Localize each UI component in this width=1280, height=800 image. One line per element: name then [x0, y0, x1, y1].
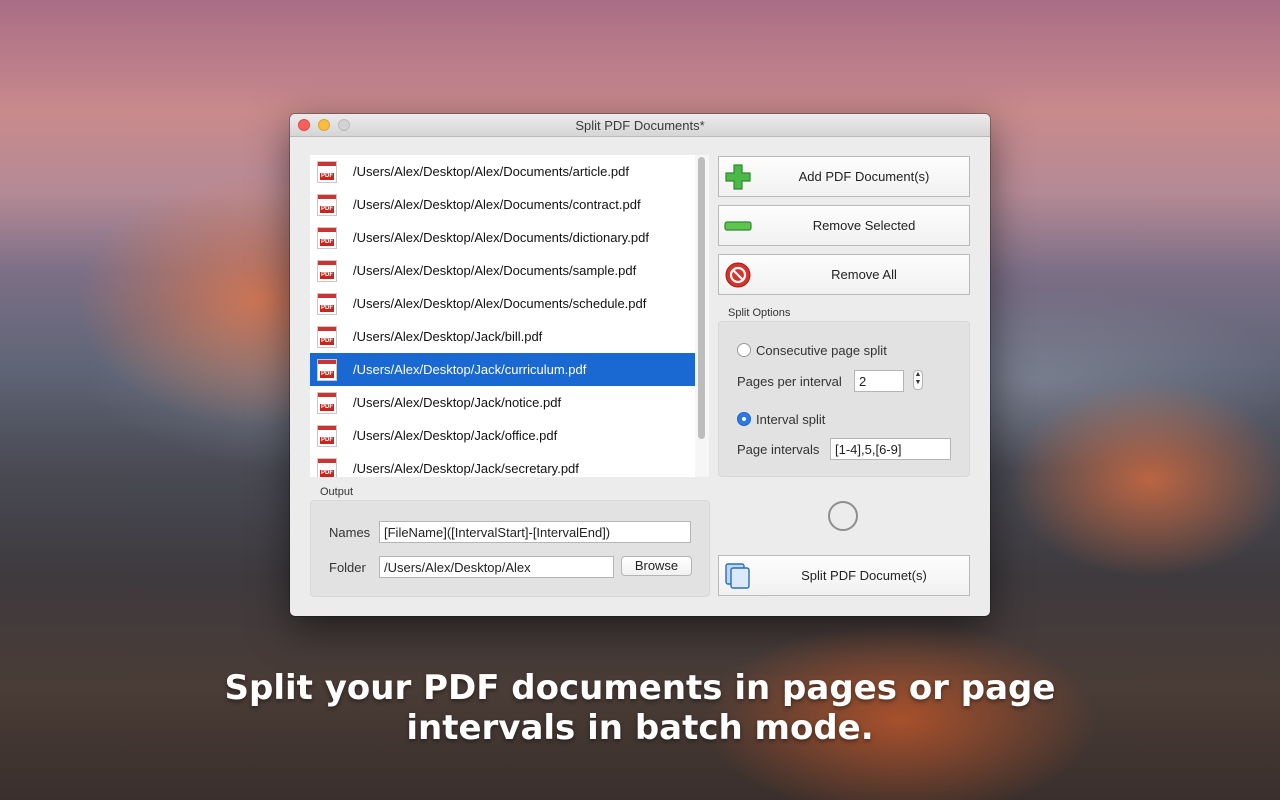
page-intervals-field[interactable] [830, 438, 951, 460]
browse-button[interactable]: Browse [621, 556, 692, 576]
file-path-label: /Users/Alex/Desktop/Jack/notice.pdf [353, 395, 562, 410]
remove-all-button[interactable]: Remove All [718, 254, 970, 295]
file-list-scrollbar[interactable] [695, 155, 709, 477]
consecutive-split-label: Consecutive page split [756, 343, 887, 358]
file-list-row[interactable]: PDF/Users/Alex/Desktop/Jack/secretary.pd… [310, 452, 695, 477]
folder-field[interactable] [379, 556, 614, 578]
file-list-row[interactable]: PDF/Users/Alex/Desktop/Jack/bill.pdf [310, 320, 695, 353]
pdf-badge-text: PDF [320, 436, 334, 444]
pdf-file-icon: PDF [317, 193, 337, 216]
caption-line-2: intervals in batch mode. [406, 708, 874, 748]
output-box [310, 500, 710, 597]
pages-per-interval-field[interactable] [854, 370, 904, 392]
output-heading: Output [320, 486, 354, 498]
promo-caption: Split your PDF documents in pages or pag… [0, 668, 1280, 748]
split-pdf-button[interactable]: Split PDF Documet(s) [718, 555, 970, 596]
interval-split-radio[interactable] [737, 412, 751, 426]
pdf-file-icon: PDF [317, 160, 337, 183]
window-title: Split PDF Documents* [575, 118, 705, 133]
file-path-label: /Users/Alex/Desktop/Alex/Documents/artic… [353, 164, 629, 179]
split-pdf-label: Split PDF Documet(s) [801, 568, 927, 583]
file-list-row[interactable]: PDF/Users/Alex/Desktop/Alex/Documents/ar… [310, 155, 695, 188]
caption-line-1: Split your PDF documents in pages or pag… [224, 668, 1056, 708]
pdf-file-icon: PDF [317, 424, 337, 447]
pdf-badge-text: PDF [320, 304, 334, 312]
pdf-file-icon: PDF [317, 259, 337, 282]
plus-icon [725, 164, 751, 190]
pdf-file-icon: PDF [317, 325, 337, 348]
pdf-badge-text: PDF [320, 337, 334, 345]
add-pdf-documents-label: Add PDF Document(s) [798, 169, 930, 184]
file-path-label: /Users/Alex/Desktop/Alex/Documents/dicti… [353, 230, 649, 245]
pdf-badge-text: PDF [320, 403, 334, 411]
file-list-row[interactable]: PDF/Users/Alex/Desktop/Alex/Documents/sc… [310, 287, 695, 320]
folder-label: Folder [329, 560, 366, 575]
pdf-file-icon: PDF [317, 226, 337, 249]
pdf-badge-text: PDF [320, 205, 334, 213]
file-path-label: /Users/Alex/Desktop/Jack/secretary.pdf [353, 461, 579, 476]
file-list-scroll-thumb[interactable] [698, 157, 705, 439]
pdf-badge-text: PDF [320, 271, 334, 279]
file-list-row[interactable]: PDF/Users/Alex/Desktop/Alex/Documents/sa… [310, 254, 695, 287]
pdf-badge-text: PDF [320, 172, 334, 180]
pdf-file-list[interactable]: PDF/Users/Alex/Desktop/Alex/Documents/ar… [310, 155, 695, 477]
progress-indicator [828, 501, 858, 531]
file-path-label: /Users/Alex/Desktop/Alex/Documents/contr… [353, 197, 641, 212]
file-path-label: /Users/Alex/Desktop/Jack/curriculum.pdf [353, 362, 587, 377]
remove-selected-button[interactable]: Remove Selected [718, 205, 970, 246]
file-list-row[interactable]: PDF/Users/Alex/Desktop/Alex/Documents/co… [310, 188, 695, 221]
file-path-label: /Users/Alex/Desktop/Jack/bill.pdf [353, 329, 543, 344]
file-path-label: /Users/Alex/Desktop/Alex/Documents/sampl… [353, 263, 637, 278]
file-path-label: /Users/Alex/Desktop/Jack/office.pdf [353, 428, 558, 443]
pages-per-interval-label: Pages per interval [737, 374, 842, 389]
split-options-heading: Split Options [728, 307, 791, 319]
file-path-label: /Users/Alex/Desktop/Alex/Documents/sched… [353, 296, 647, 311]
pdf-file-icon: PDF [317, 457, 337, 477]
title-bar: Split PDF Documents* [290, 114, 990, 137]
prohibited-icon [725, 262, 751, 288]
names-field[interactable] [379, 521, 691, 543]
pdf-badge-text: PDF [320, 370, 334, 378]
minus-icon [724, 221, 752, 231]
interval-split-label: Interval split [756, 412, 826, 427]
consecutive-split-radio[interactable] [737, 343, 751, 357]
page-intervals-label: Page intervals [737, 442, 820, 457]
pdf-badge-text: PDF [320, 469, 334, 477]
add-pdf-documents-button[interactable]: Add PDF Document(s) [718, 156, 970, 197]
pdf-file-icon: PDF [317, 358, 337, 381]
pdf-file-icon: PDF [317, 391, 337, 414]
pages-per-interval-stepper[interactable]: ▲ ▼ [913, 370, 923, 390]
remove-selected-label: Remove Selected [812, 218, 916, 233]
documents-stack-icon [725, 563, 750, 589]
file-list-row[interactable]: PDF/Users/Alex/Desktop/Jack/curriculum.p… [310, 353, 695, 386]
split-pdf-window: Split PDF Documents* PDF/Users/Alex/Desk… [290, 114, 990, 616]
file-list-row[interactable]: PDF/Users/Alex/Desktop/Jack/office.pdf [310, 419, 695, 452]
file-list-row[interactable]: PDF/Users/Alex/Desktop/Jack/notice.pdf [310, 386, 695, 419]
pdf-badge-text: PDF [320, 238, 334, 246]
remove-all-label: Remove All [831, 267, 897, 282]
names-label: Names [329, 525, 371, 540]
file-list-row[interactable]: PDF/Users/Alex/Desktop/Alex/Documents/di… [310, 221, 695, 254]
pdf-file-icon: PDF [317, 292, 337, 315]
